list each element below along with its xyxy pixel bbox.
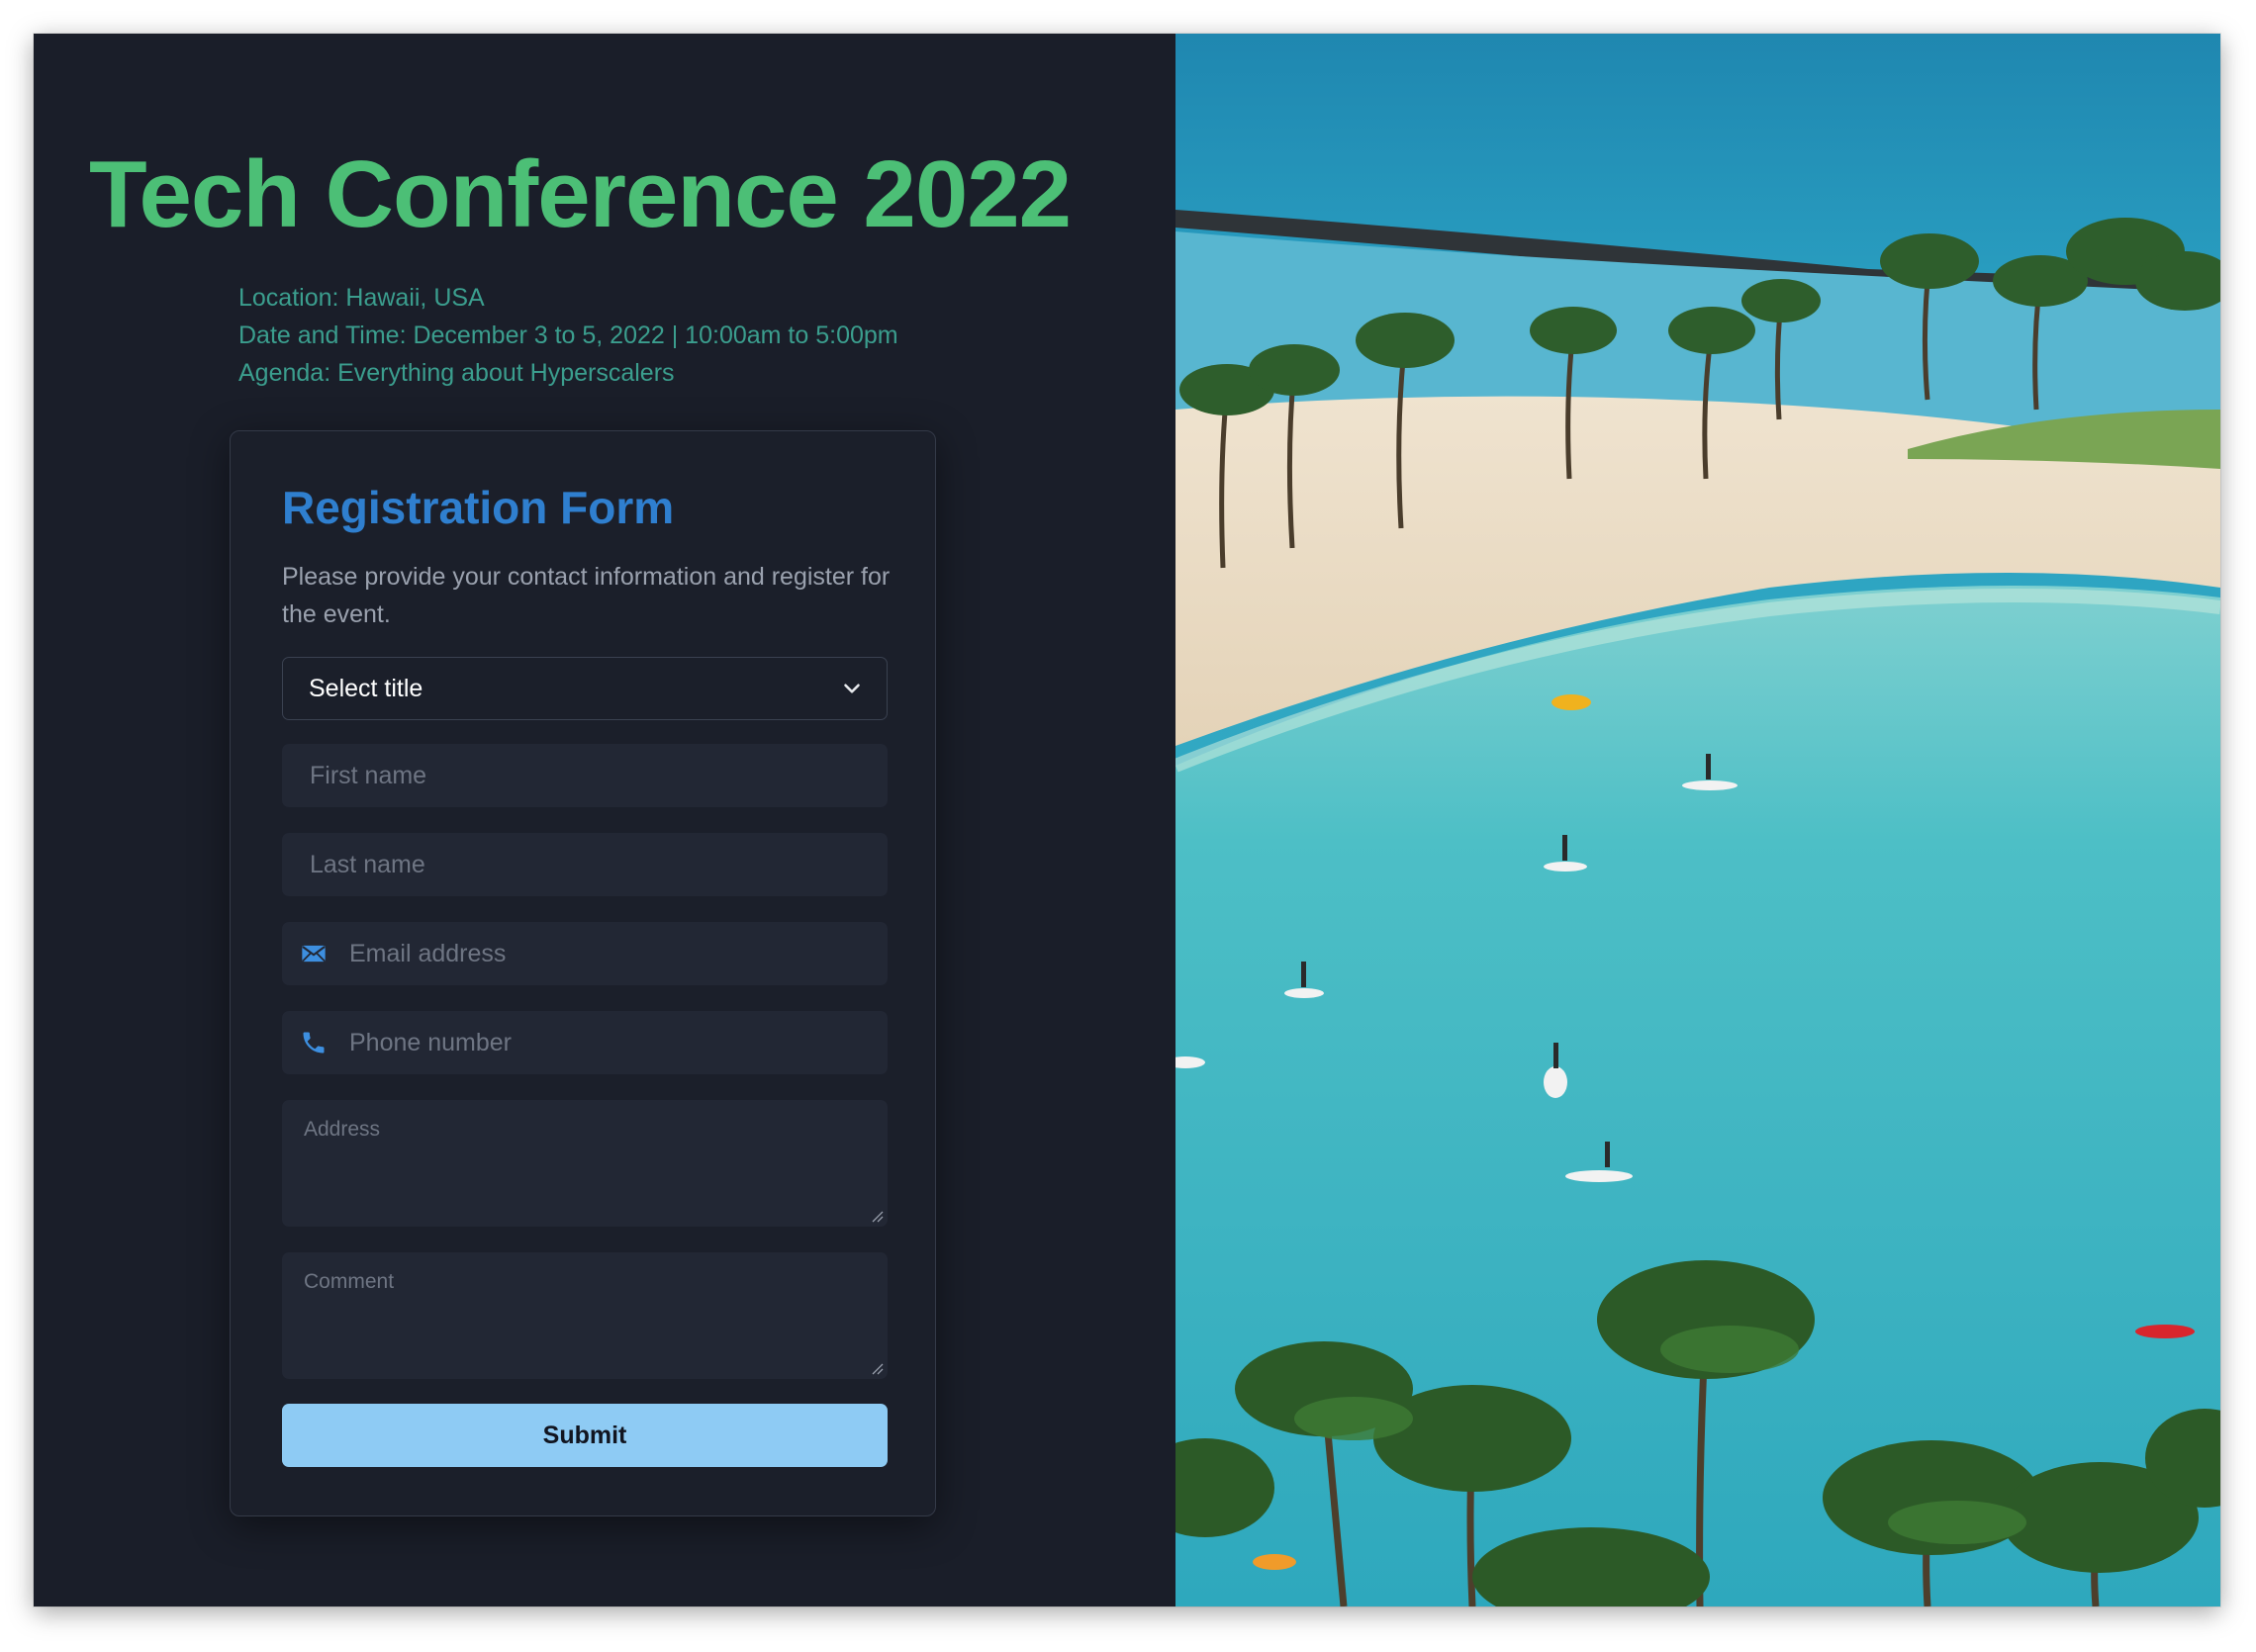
phone-placeholder: Phone number <box>349 1028 513 1056</box>
beach-photo <box>1175 34 2220 1606</box>
left-panel: Tech Conference 2022 Location: Hawaii, U… <box>34 34 1175 1606</box>
page-title: Tech Conference 2022 <box>89 141 1072 247</box>
registration-card: Registration Form Please provide your co… <box>230 430 936 1516</box>
last-name-placeholder: Last name <box>310 850 425 878</box>
email-placeholder: Email address <box>349 939 507 967</box>
mail-icon <box>302 945 326 963</box>
comment-textarea[interactable]: Comment <box>282 1252 888 1379</box>
event-info: Location: Hawaii, USA Date and Time: Dec… <box>238 279 898 392</box>
event-location: Location: Hawaii, USA <box>238 284 485 312</box>
chevron-down-icon <box>844 684 860 693</box>
resize-grip-icon[interactable] <box>870 1209 884 1223</box>
title-select-value: Select title <box>309 674 423 702</box>
phone-input[interactable]: Phone number <box>282 1011 888 1074</box>
first-name-placeholder: First name <box>310 761 427 789</box>
address-placeholder: Address <box>304 1118 381 1141</box>
form-description: Please provide your contact information … <box>282 563 891 628</box>
address-textarea[interactable]: Address <box>282 1100 888 1227</box>
last-name-input[interactable]: Last name <box>282 833 888 896</box>
form-heading: Registration Form <box>282 482 675 533</box>
resize-grip-icon[interactable] <box>870 1361 884 1375</box>
event-agenda: Agenda: Everything about Hyperscalers <box>238 359 675 387</box>
app-window: Tech Conference 2022 Location: Hawaii, U… <box>34 34 2220 1606</box>
event-datetime: Date and Time: December 3 to 5, 2022 | 1… <box>238 321 898 349</box>
submit-button[interactable]: Submit <box>282 1404 888 1467</box>
title-select[interactable]: Select title <box>282 657 888 720</box>
email-input[interactable]: Email address <box>282 922 888 985</box>
comment-placeholder: Comment <box>304 1270 395 1293</box>
first-name-input[interactable]: First name <box>282 744 888 807</box>
phone-icon <box>303 1032 325 1054</box>
beach-photo-image <box>1175 34 2220 1606</box>
